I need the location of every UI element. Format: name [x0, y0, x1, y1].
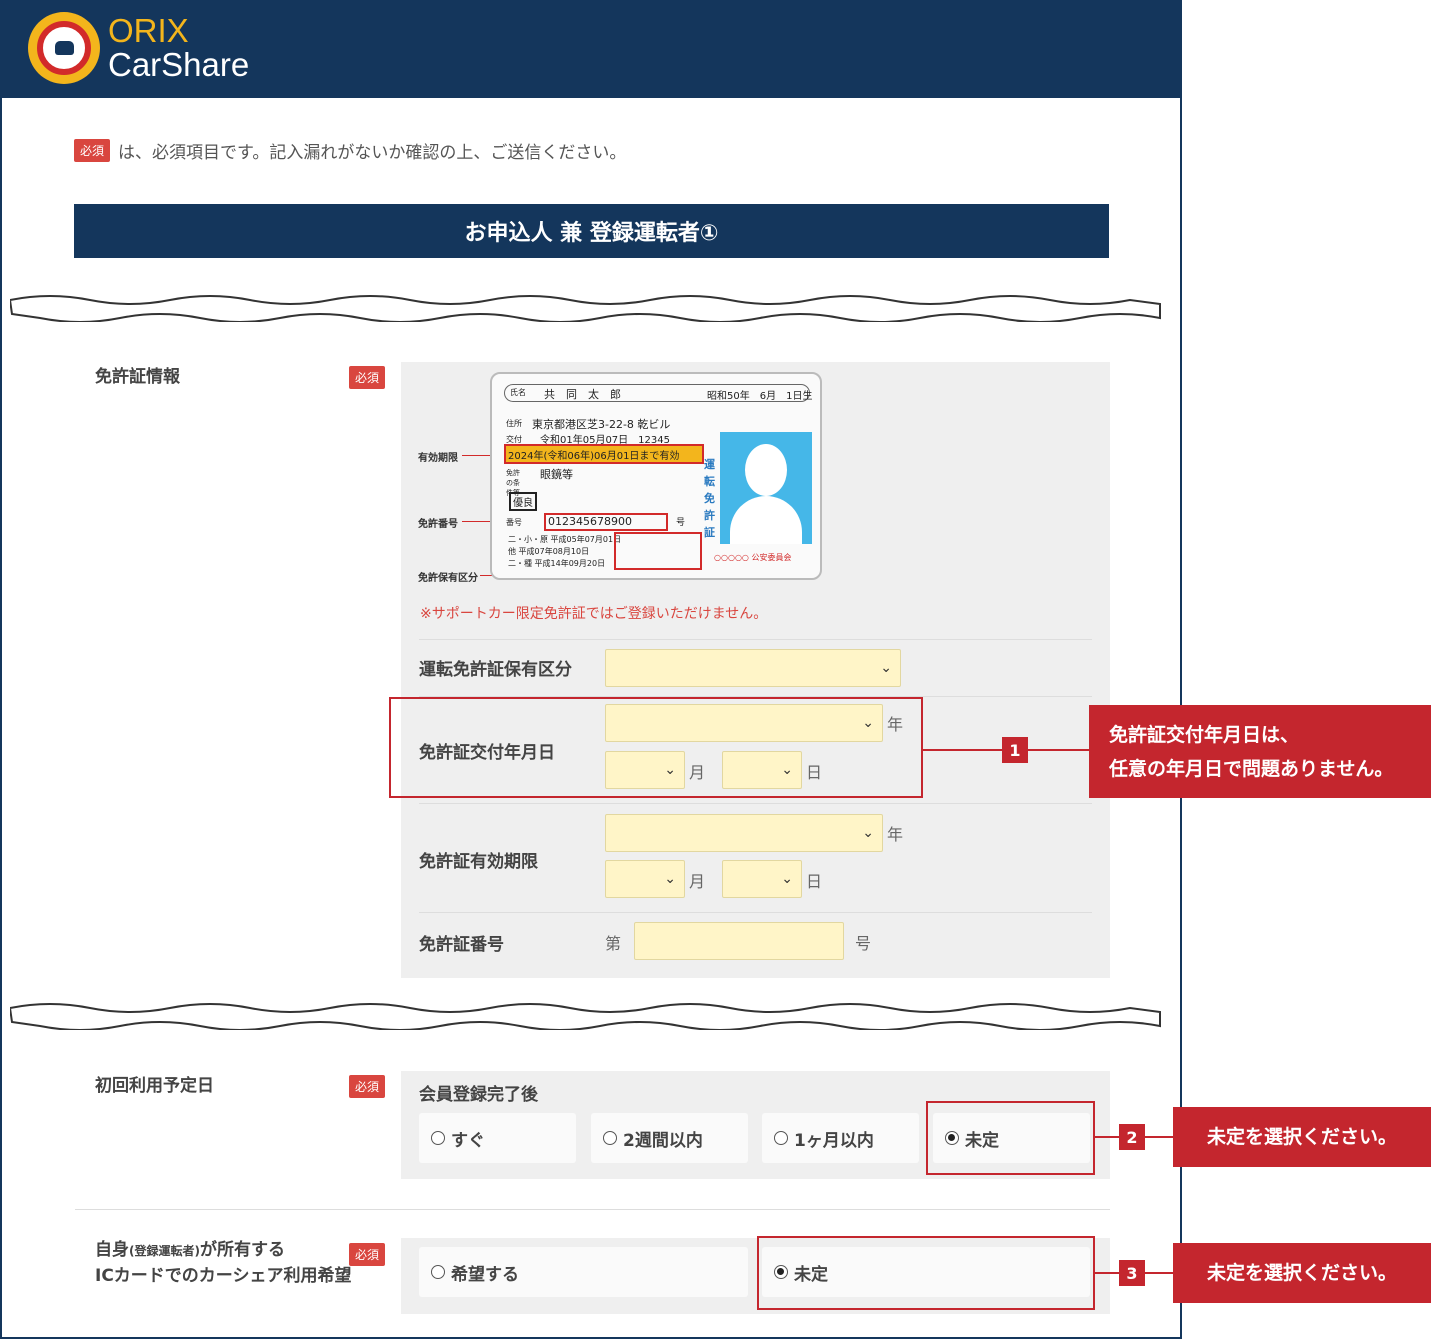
brand-line1: ORIX [108, 12, 189, 49]
number-callout-label: 免許番号 [418, 519, 458, 530]
first-use-required-badge: 必須 [349, 1075, 386, 1098]
wave-separator-bottom [10, 1003, 1161, 1030]
chevron-down-icon: ⌄ [880, 660, 892, 676]
license-name: 共 同 太 郎 [544, 388, 621, 401]
annotation-1-number: 1 [1002, 737, 1028, 763]
category-callout-label: 免許保有区分 [418, 573, 478, 584]
license-info-label: 免許証情報 [95, 367, 180, 387]
first-use-option-1month[interactable]: 1ヶ月以内 [762, 1113, 919, 1163]
orix-logo-icon [28, 12, 100, 84]
holding-category-select[interactable]: ⌄ [605, 649, 901, 687]
ic-card-label-small: (登録運転者) [129, 1244, 200, 1258]
first-use-label: 初回利用予定日 [95, 1076, 214, 1096]
license-number-suffix: 号 [676, 518, 686, 528]
annotation-2-number: 2 [1119, 1124, 1145, 1150]
wave-separator-top [10, 295, 1161, 322]
annotation-2-text: 未定を選択ください。 [1206, 1126, 1397, 1148]
radio-off-icon [774, 1131, 788, 1145]
annotation-3-number: 3 [1119, 1260, 1145, 1286]
ic-card-required-badge: 必須 [349, 1243, 386, 1266]
annotation-3-callout: 未定を選択ください。 [1173, 1243, 1431, 1303]
radio-off-icon [603, 1131, 617, 1145]
expiry-callout-label: 有効期限 [418, 453, 458, 464]
first-use-option-immediately[interactable]: すぐ [419, 1113, 576, 1163]
holding-category-label: 運転免許証保有区分 [419, 660, 572, 680]
first-use-option-2weeks[interactable]: 2週間以内 [591, 1113, 748, 1163]
license-conditions: 眼鏡等 [540, 468, 573, 481]
license-category-highlight [614, 532, 702, 570]
license-number: 012345678900 [548, 515, 632, 528]
required-badge: 必須 [74, 139, 111, 162]
license-commission: ○○○○○ 公安委員会 [714, 553, 792, 562]
expiry-year-unit: 年 [887, 825, 904, 844]
radio-off-icon [431, 1131, 445, 1145]
divider [419, 803, 1092, 804]
expiry-year-select[interactable]: ⌄ [605, 814, 883, 852]
divider [419, 912, 1092, 913]
license-card-image: 氏名 共 同 太 郎 昭和50年 6月 1日生 住所 東京都港区芝3-22-8 … [490, 372, 822, 580]
annotation-1-line1: 免許証交付年月日は、 [1109, 723, 1300, 746]
section-title: お申込人 兼 登録運転者① [74, 204, 1109, 258]
expiry-day-select[interactable]: ⌄ [722, 860, 802, 898]
license-name-tag: 氏名 [510, 388, 526, 397]
ic-card-label-line2: ICカードでのカーシェア利用希望 [95, 1266, 352, 1286]
expiry-date-label: 免許証有効期限 [419, 852, 538, 872]
ic-card-option-wish[interactable]: 希望する [419, 1247, 748, 1297]
license-expiry: 2024年(令和06年)06月01日まで有効 [508, 451, 680, 462]
annotation-3-text: 未定を選択ください。 [1206, 1262, 1397, 1284]
chevron-down-icon: ⌄ [862, 825, 874, 841]
first-use-subhead: 会員登録完了後 [419, 1085, 538, 1105]
license-number-prefix: 第 [605, 934, 622, 953]
annotation-1-highlight [389, 697, 923, 798]
license-grade: 優良 [509, 492, 537, 511]
license-history-1: 二・小・原 平成05年07月01日 [508, 535, 622, 544]
expiry-month-select[interactable]: ⌄ [605, 860, 685, 898]
license-number-suffix: 号 [855, 934, 872, 953]
annotation-2-callout: 未定を選択ください。 [1173, 1107, 1431, 1167]
license-vertical-title: 運転免許証 [704, 458, 715, 539]
license-history-2: 他 平成07年08月10日 [508, 547, 590, 556]
chevron-down-icon: ⌄ [781, 871, 793, 887]
option-label: すぐ [451, 1130, 485, 1151]
brand-logo: ORIX CarShare [108, 14, 249, 82]
ic-card-label-b: が所有する [199, 1240, 285, 1260]
license-info-required-badge: 必須 [349, 366, 386, 389]
expiry-month-unit: 月 [689, 872, 706, 891]
annotation-1-callout: 免許証交付年月日は、 任意の年月日で問題ありません。 [1089, 705, 1431, 798]
header-bar: ORIX CarShare [0, 0, 1182, 98]
option-label: 1ヶ月以内 [794, 1130, 874, 1151]
license-number-input[interactable] [634, 922, 844, 960]
annotation-1-line2: 任意の年月日で問題ありません。 [1109, 757, 1394, 780]
divider [75, 1209, 1110, 1210]
license-history-3: 二・種 平成14年09月20日 [508, 559, 606, 568]
license-number-label: 免許証番号 [419, 935, 504, 955]
brand-line2: CarShare [108, 46, 250, 83]
chevron-down-icon: ⌄ [664, 871, 676, 887]
ic-card-label-a: 自身 [95, 1240, 129, 1260]
option-label: 2週間以内 [623, 1130, 703, 1151]
radio-off-icon [431, 1265, 445, 1279]
required-notice: 必須 は、必須項目です。記入漏れがないか確認の上、ご送信ください。 [74, 138, 626, 163]
license-address-tag: 住所 [506, 419, 522, 428]
expiry-day-unit: 日 [806, 872, 823, 891]
divider [419, 639, 1092, 640]
license-address: 東京都港区芝3-22-8 乾ビル [532, 418, 671, 431]
support-car-note: ※サポートカー限定免許証ではご登録いただけません。 [420, 606, 768, 622]
option-label: 希望する [451, 1264, 519, 1285]
annotation-3-highlight [757, 1236, 1095, 1310]
license-number-tag: 番号 [506, 518, 522, 527]
license-photo [720, 432, 812, 544]
ic-card-label: 自身(登録運転者)が所有する ICカードでのカーシェア利用希望 [95, 1238, 351, 1289]
license-birth: 昭和50年 6月 1日生 [707, 391, 813, 402]
annotation-2-highlight [926, 1101, 1095, 1175]
notice-text: は、必須項目です。記入漏れがないか確認の上、ご送信ください。 [118, 143, 627, 163]
